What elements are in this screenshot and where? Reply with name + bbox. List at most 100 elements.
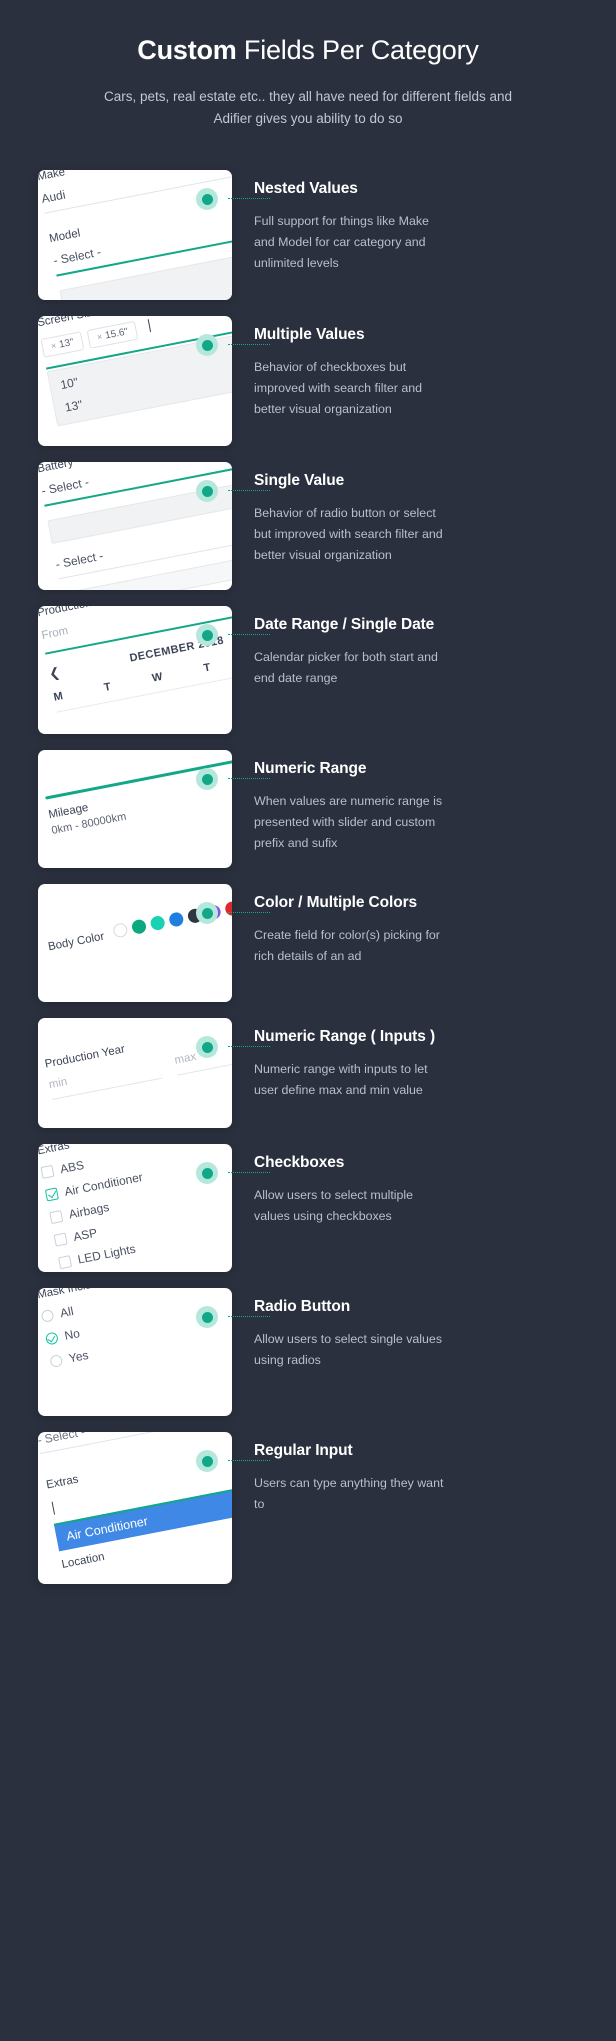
feature-preview-card[interactable]: Production Year min max	[38, 1018, 232, 1129]
marker-dot-inner	[201, 1455, 213, 1467]
checkbox-icon[interactable]	[49, 1210, 64, 1225]
connector-line	[228, 1046, 270, 1048]
feature-description: When values are numeric range is present…	[254, 794, 443, 850]
connector-line	[228, 1316, 270, 1318]
feature-description: Calendar picker for both start and end d…	[254, 650, 438, 686]
tag-chip[interactable]: ×13"	[40, 331, 85, 359]
calendar-weekday: T	[202, 661, 212, 675]
feature-title: Date Range / Single Date	[254, 616, 435, 634]
feature-row: Production Year To From ❮ DECEMBER 2018 …	[0, 606, 616, 735]
radio-label: Yes	[67, 1348, 90, 1366]
feature-title: Single Value	[254, 472, 345, 490]
radio-icon[interactable]	[40, 1309, 55, 1324]
feature-description: Users can type anything they want to	[254, 1476, 444, 1512]
checkbox-icon[interactable]	[44, 1187, 59, 1202]
field-label-body-color: Body Color	[47, 930, 106, 954]
connector-line	[228, 1172, 270, 1174]
page-subtitle: Cars, pets, real estate etc.. they all h…	[104, 88, 512, 127]
feature-description: Behavior of radio button or select but i…	[254, 506, 443, 562]
feature-text: Single Value Behavior of radio button or…	[232, 462, 594, 565]
feature-text: Nested Values Full support for things li…	[232, 170, 594, 273]
color-swatch[interactable]	[130, 918, 148, 935]
tag-label: 13"	[58, 337, 75, 351]
feature-row: Mileage 0km - 80000km Numeric Range When…	[0, 750, 616, 869]
feature-row: Battery - Select - - Select - Single Val…	[0, 462, 616, 591]
card-content: Mask Included All No Yes	[38, 1288, 232, 1387]
feature-description: Create field for color(s) picking for ri…	[254, 928, 440, 964]
feature-row: - Select - Extras Air Conditioner Locati…	[0, 1432, 616, 1585]
color-swatch[interactable]	[223, 900, 232, 917]
calendar-weekday: T	[103, 681, 112, 695]
checkbox-label: Airbags	[67, 1200, 111, 1222]
radio-label: No	[63, 1326, 82, 1344]
text-cursor	[51, 1502, 56, 1516]
color-swatch[interactable]	[111, 922, 129, 939]
radio-icon[interactable]	[49, 1354, 64, 1369]
radio-icon[interactable]	[44, 1331, 59, 1346]
marker-dot-inner	[201, 1311, 213, 1323]
connector-line	[228, 344, 270, 346]
marker-dot-inner	[201, 629, 213, 641]
connector-line	[228, 1460, 270, 1462]
feature-text: Color / Multiple Colors Create field for…	[232, 884, 594, 967]
feature-title: Numeric Range ( Inputs )	[254, 1028, 436, 1046]
connector-line	[228, 778, 270, 780]
feature-description: Allow users to select multiple values us…	[254, 1188, 414, 1224]
feature-title: Radio Button	[254, 1298, 351, 1316]
page-title-strong: Custom	[137, 35, 237, 65]
marker-dot-inner	[201, 1167, 213, 1179]
feature-row: Production Year min max Numeric Range ( …	[0, 1018, 616, 1129]
remove-tag-icon[interactable]: ×	[96, 332, 103, 343]
text-cursor	[147, 319, 151, 333]
feature-title: Nested Values	[254, 180, 358, 198]
card-content: Production Year min max	[38, 1018, 232, 1118]
calendar-weekday: W	[151, 671, 164, 685]
card-content: Mileage 0km - 80000km	[38, 750, 232, 855]
feature-title: Multiple Values	[254, 326, 365, 344]
color-swatch[interactable]	[167, 911, 185, 928]
tag-chip[interactable]: ×15.6"	[86, 321, 139, 350]
marker-dot-inner	[201, 907, 213, 919]
checkbox-label: ASP	[72, 1225, 99, 1245]
feature-row: Body Color Color / Multiple Colors Creat…	[0, 884, 616, 1003]
chevron-left-icon[interactable]: ❮	[48, 665, 62, 683]
color-swatch[interactable]	[149, 914, 166, 932]
remove-tag-icon[interactable]: ×	[50, 341, 57, 352]
checkbox-label: LED Lights	[76, 1241, 137, 1267]
checkbox-label: ABS	[58, 1158, 86, 1177]
tag-label: 15.6"	[104, 326, 129, 342]
feature-row: Make Audi Model - Select - Nested Values…	[0, 170, 616, 301]
feature-title: Color / Multiple Colors	[254, 894, 418, 912]
connector-line	[228, 198, 270, 200]
card-content: Body Color	[38, 884, 232, 971]
marker-dot-inner	[201, 1041, 213, 1053]
connector-line	[228, 912, 270, 914]
feature-description: Behavior of checkboxes but improved with…	[254, 360, 423, 416]
marker-dot-inner	[201, 773, 213, 785]
feature-description: Allow users to select single values usin…	[254, 1332, 443, 1368]
checkbox-icon[interactable]	[58, 1255, 73, 1270]
calendar-weekday: M	[52, 690, 64, 705]
radio-label: All	[58, 1304, 75, 1321]
marker-dot-inner	[201, 485, 213, 497]
feature-description: Full support for things like Make and Mo…	[254, 214, 429, 270]
page-title: Custom Fields Per Category	[40, 34, 576, 68]
feature-title: Checkboxes	[254, 1154, 345, 1172]
marker-dot-inner	[201, 193, 213, 205]
feature-text: Multiple Values Behavior of checkboxes b…	[232, 316, 594, 419]
marker-dot-inner	[201, 339, 213, 351]
feature-row: Mask Included All No Yes Radio Button Al…	[0, 1288, 616, 1417]
feature-text: Regular Input Users can type anything th…	[232, 1432, 594, 1515]
feature-text: Radio Button Allow users to select singl…	[232, 1288, 594, 1371]
page-root: Custom Fields Per Category Cars, pets, r…	[0, 0, 616, 1640]
feature-description: Numeric range with inputs to let user de…	[254, 1062, 428, 1098]
connector-line	[228, 490, 270, 492]
connector-line	[228, 634, 270, 636]
feature-row: Extras ABS Air Conditioner Airbags ASP L…	[0, 1144, 616, 1273]
feature-list: Make Audi Model - Select - Nested Values…	[0, 158, 616, 1585]
feature-title: Numeric Range	[254, 760, 367, 778]
feature-text: Checkboxes Allow users to select multipl…	[232, 1144, 594, 1227]
feature-row: Screen Size ×13"×15.6" 10" 13" Multiple V…	[0, 316, 616, 447]
checkbox-icon[interactable]	[53, 1232, 68, 1247]
checkbox-icon[interactable]	[40, 1165, 55, 1180]
